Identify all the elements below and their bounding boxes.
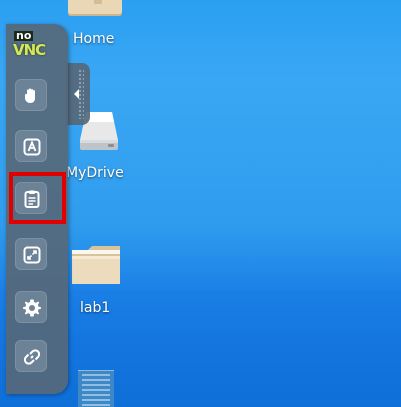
home-label[interactable]: Home bbox=[73, 31, 114, 47]
novnc-logo: no VNC bbox=[12, 29, 58, 61]
home-folder-icon[interactable] bbox=[68, 0, 122, 16]
fullscreen-icon bbox=[23, 246, 41, 264]
desktop: Home MyDrive lab1 no VNC bbox=[0, 0, 401, 407]
mydrive-label[interactable]: MyDrive bbox=[66, 165, 124, 181]
settings-button[interactable] bbox=[15, 291, 47, 323]
hand-icon bbox=[25, 88, 35, 103]
document-thumbnail[interactable] bbox=[78, 370, 114, 407]
lab1-label[interactable]: lab1 bbox=[80, 300, 110, 316]
disconnect-icon bbox=[23, 349, 41, 365]
extra-keys-button[interactable] bbox=[15, 130, 47, 162]
logo-no: no bbox=[14, 29, 34, 42]
collapse-arrow-icon[interactable] bbox=[74, 89, 79, 99]
keyboard-key-icon bbox=[23, 138, 41, 156]
gear-icon bbox=[23, 299, 41, 317]
clipboard-highlight bbox=[9, 172, 66, 224]
disconnect-button[interactable] bbox=[15, 340, 47, 372]
control-bar-handle[interactable] bbox=[66, 63, 90, 125]
folder-icon[interactable] bbox=[70, 244, 122, 286]
drag-viewport-button[interactable] bbox=[15, 79, 47, 111]
folder-latch bbox=[94, 0, 102, 4]
logo-vnc: VNC bbox=[13, 41, 46, 59]
fullscreen-button[interactable] bbox=[15, 238, 47, 270]
